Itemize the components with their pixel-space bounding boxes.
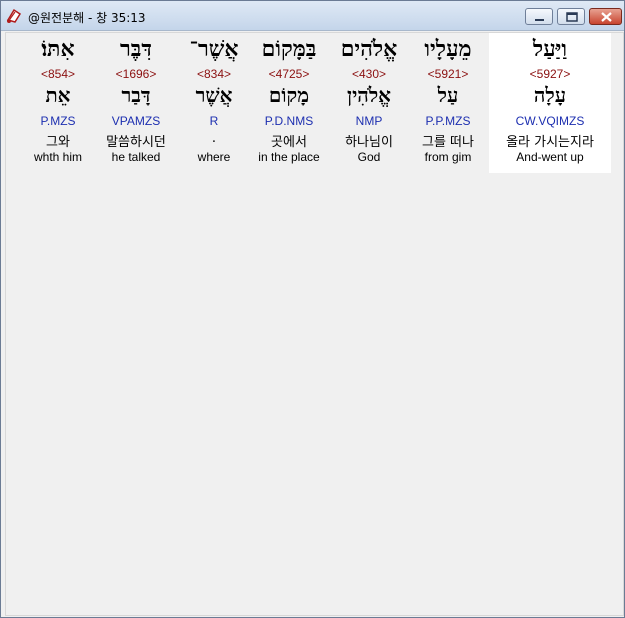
- strong-number[interactable]: <1696>: [94, 67, 178, 81]
- hebrew-lemma: מָקוֹם: [268, 83, 310, 107]
- minimize-icon: [535, 19, 544, 21]
- korean-gloss: .: [211, 131, 217, 146]
- strong-number[interactable]: <5927>: [489, 67, 611, 81]
- close-icon: [601, 12, 612, 22]
- morphology-code: P.P.MZS: [425, 114, 471, 128]
- english-gloss: where: [197, 150, 231, 164]
- close-button[interactable]: [589, 8, 622, 25]
- word-column-1[interactable]: וַיַּעַל <5927> עָלָה CW.VQIMZS 올라 가시는지라…: [489, 33, 611, 173]
- english-gloss: And-went up: [516, 150, 584, 164]
- english-gloss: in the place: [258, 150, 320, 164]
- korean-gloss: 올라 가시는지라: [506, 135, 594, 150]
- english-gloss: whth him: [33, 150, 83, 164]
- strong-number[interactable]: <5921>: [406, 67, 490, 81]
- hebrew-word: אֲשֶׁר־: [189, 36, 239, 62]
- strong-number[interactable]: <854>: [24, 67, 92, 81]
- window-title: @원전분해 - 창 35:13: [28, 11, 146, 25]
- morphology-code: P.D.NMS: [264, 114, 314, 128]
- morphology-code: VPAMZS: [111, 114, 161, 128]
- minimize-button[interactable]: [525, 8, 553, 25]
- app-bible-icon[interactable]: [6, 8, 22, 24]
- hebrew-lemma: אֵת: [45, 83, 71, 107]
- maximize-button[interactable]: [557, 8, 585, 25]
- korean-gloss: 말씀하시던: [106, 135, 166, 150]
- hebrew-word: וַיַּעַל: [532, 36, 568, 62]
- hebrew-word: מֵעָלָיו: [424, 36, 472, 62]
- korean-gloss: 하나님이: [345, 135, 393, 150]
- korean-gloss: 곳에서: [271, 135, 307, 150]
- english-gloss: God: [357, 150, 381, 164]
- maximize-icon: [566, 12, 578, 22]
- korean-gloss: 그를 떠나: [422, 135, 474, 150]
- hebrew-lemma: עָלָה: [533, 83, 567, 107]
- strong-number[interactable]: <834>: [178, 67, 250, 81]
- hebrew-lemma: עַל: [437, 83, 459, 107]
- korean-gloss: 그와: [46, 135, 70, 150]
- word-analysis-panel: וַיַּעַל <5927> עָלָה CW.VQIMZS 올라 가시는지라…: [5, 32, 624, 616]
- morphology-code: R: [209, 114, 219, 128]
- app-window: @원전분해 - 창 35:13 וַיַּעַל <5927> עָלָה CW…: [0, 0, 625, 618]
- hebrew-lemma: אֲשֶׁר: [195, 83, 233, 107]
- hebrew-word: דִּבֶּר: [120, 36, 152, 62]
- hebrew-lemma: אֱלֹהִין: [346, 83, 392, 107]
- english-gloss: he talked: [111, 150, 161, 164]
- morphology-code: P.MZS: [40, 114, 76, 128]
- morphology-code: NMP: [355, 114, 383, 128]
- strong-number[interactable]: <4725>: [246, 67, 332, 81]
- english-gloss: from gim: [424, 150, 472, 164]
- hebrew-word: אִתּוֹ׃: [41, 36, 75, 62]
- hebrew-word: בַּמָּקוֹם: [261, 36, 317, 62]
- hebrew-lemma: דָּבַר: [121, 83, 151, 107]
- strong-number[interactable]: <430>: [330, 67, 408, 81]
- title-bar[interactable]: @원전분해 - 창 35:13: [1, 1, 624, 31]
- morphology-code: CW.VQIMZS: [515, 114, 585, 128]
- hebrew-word: אֱלֹהִים: [340, 36, 398, 62]
